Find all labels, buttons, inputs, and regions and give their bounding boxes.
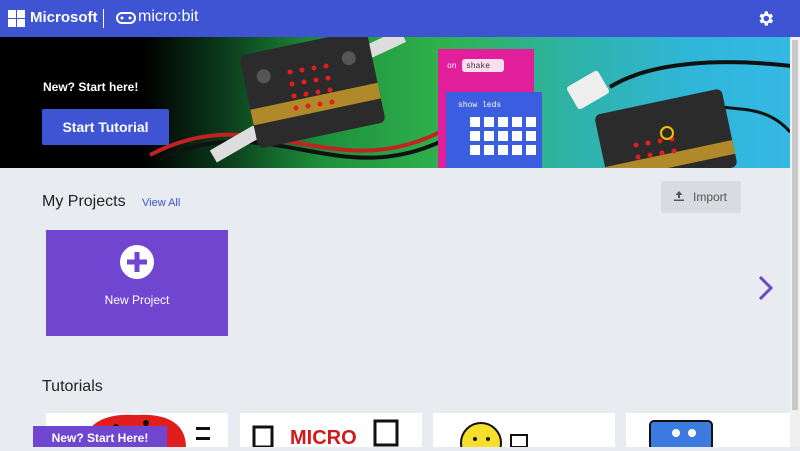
my-projects-heading: My Projects [42,193,126,210]
tutorials-heading: Tutorials [42,378,103,395]
tutorial-card[interactable] [626,413,800,447]
tutorial-card[interactable]: MICRO [240,413,422,447]
hero-banner: on shake show leds New? Start here! Star… [0,37,800,168]
new-start-here-badge: New? Start Here! [33,426,167,447]
import-button[interactable]: Import [661,181,741,213]
upload-icon [673,190,685,205]
view-all-link[interactable]: View All [142,197,180,209]
tutorial-card[interactable] [433,413,615,447]
block-event-label: shake [466,62,490,71]
new-project-label: New Project [104,293,170,307]
microsoft-logo-icon [8,10,25,27]
hero-title: New? Start here! [43,80,139,94]
scrollbar-thumb[interactable] [792,40,798,410]
gear-icon[interactable] [756,9,775,28]
start-tutorial-button[interactable]: Start Tutorial [42,109,169,145]
tutorial-card-text: MICRO [290,427,357,447]
tutorial-thumbnail [649,420,713,447]
block-on-label: on [447,62,457,71]
top-bar: Microsoft micro:bit [0,0,800,37]
tutorial-thumbnail [460,422,528,447]
product-label[interactable]: micro:bit [138,8,198,26]
import-label: Import [693,190,728,204]
hero-illustration: on shake show leds [149,37,800,168]
new-project-card[interactable]: New Project [46,230,228,336]
header-divider [103,9,104,28]
microbit-logo-icon [116,12,136,24]
block-show-label: show leds [458,101,501,110]
plus-circle-icon [120,245,154,279]
brand-label: Microsoft [30,9,98,26]
chevron-right-icon[interactable] [757,275,775,301]
